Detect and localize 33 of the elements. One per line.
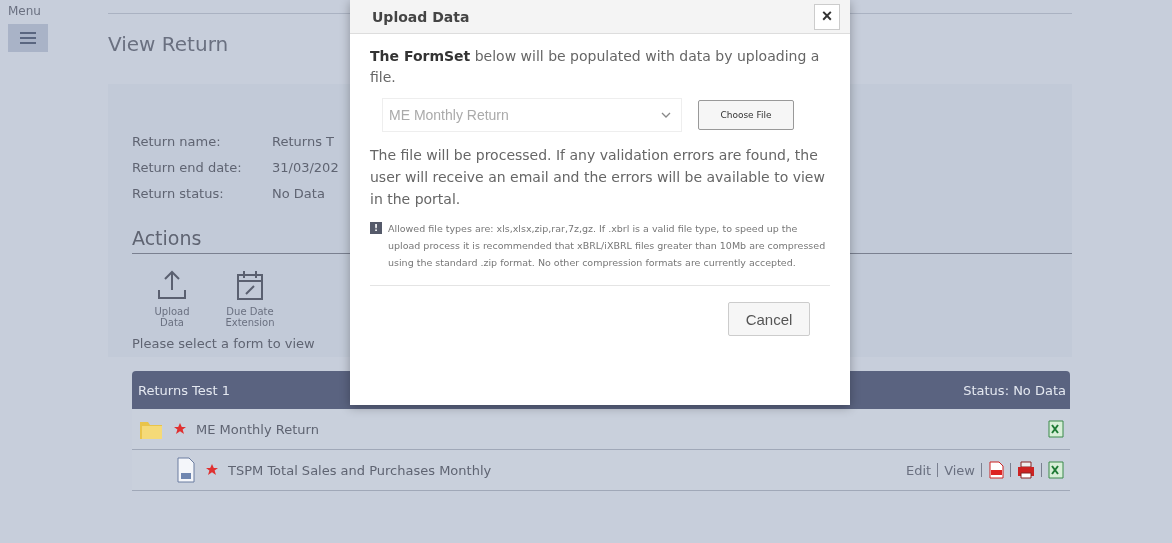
upload-icon [155,268,189,302]
chevron-down-icon [661,112,671,118]
spreadsheet-icon[interactable] [1048,461,1064,479]
form-link[interactable]: Edit [905,462,932,478]
detail-label: Return end date: [132,160,243,175]
action-button[interactable]: Due Date Extension [220,268,280,328]
document-icon [176,457,196,483]
form-name: ME Monthly Return [196,421,320,437]
action-button[interactable]: Upload Data [142,268,202,328]
formset-name: Returns Test 1 [138,382,231,398]
info-icon: ! [370,222,382,234]
choose-file-button[interactable]: Choose File [698,100,794,130]
formset-status: Status: No Data [963,382,1066,398]
required-star-icon [174,423,186,435]
detail-value: No Data [272,186,326,201]
form-name: TSPM Total Sales and Purchases Monthly [228,462,493,478]
menu-icon [19,31,37,45]
detail-label: Return status: [132,186,225,201]
menu-button[interactable] [8,24,48,52]
printer-icon[interactable] [1017,461,1035,479]
detail-value: Returns T [272,134,335,149]
prompt-text: Please select a form to view [132,336,316,351]
required-star-icon [206,464,218,476]
pdf-icon[interactable] [988,461,1004,479]
close-button[interactable]: × [814,3,840,30]
form-select[interactable]: ME Monthly Return [382,98,682,132]
form-link[interactable]: View [944,462,975,478]
cancel-button[interactable]: Cancel [728,302,810,336]
menu-label: Menu [8,4,41,18]
detail-value: 31/03/202 [272,160,339,175]
processing-message: The file will be processed. If any validation errors are found, the user will receive an email and the errors will be available to view in the portal. [370,146,826,209]
spreadsheet-icon[interactable] [1048,420,1064,438]
detail-label: Return name: [132,134,222,149]
